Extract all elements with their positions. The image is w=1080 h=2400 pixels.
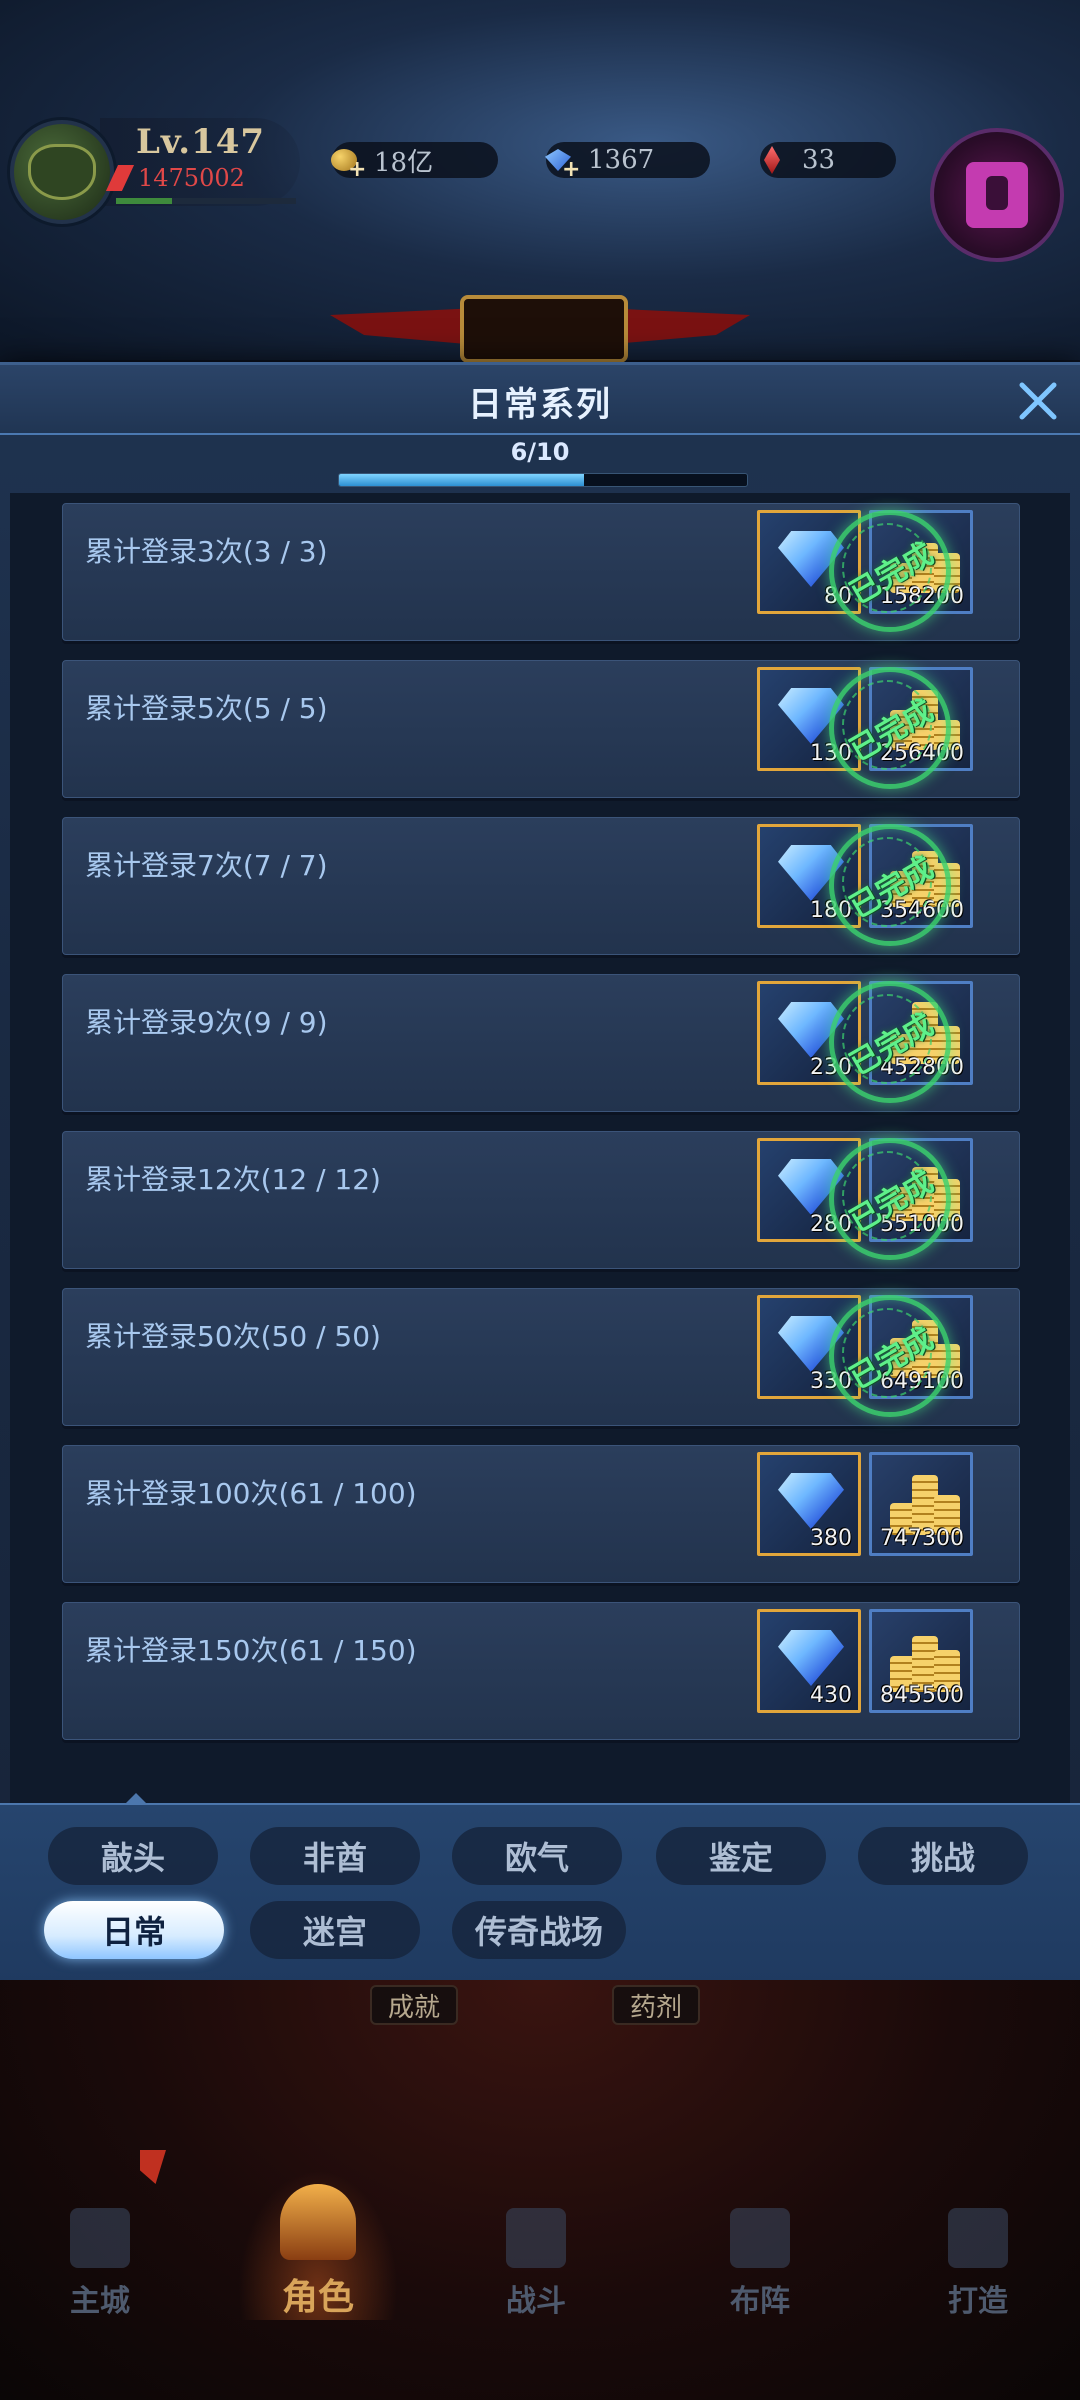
task-card[interactable]: 累计登录5次(5 / 5) 130 256400 已完成: [62, 660, 1020, 798]
completed-stamp: 已完成: [829, 667, 951, 789]
nav-main-city[interactable]: 主城: [20, 2170, 180, 2320]
task-card[interactable]: 累计登录100次(61 / 100) 380 747300: [62, 1445, 1020, 1583]
diamond-icon: [778, 1630, 844, 1686]
task-label: 累计登录12次(12 / 12): [85, 1163, 381, 1196]
tab-tiaozhan[interactable]: 挑战: [858, 1827, 1028, 1885]
task-card[interactable]: 累计登录3次(3 / 3) 80 158200 已完成: [62, 503, 1020, 641]
progress-text: 6/10: [510, 438, 570, 466]
event-banner: [330, 285, 750, 365]
nav-label: 战斗: [506, 2284, 566, 2319]
gold-reward-amount: 747300: [880, 1526, 964, 1551]
nav-battle[interactable]: 战斗: [456, 2170, 616, 2320]
tab-feiqiu[interactable]: 非酋: [250, 1827, 420, 1885]
gem-reward-amount: 380: [810, 1526, 852, 1551]
progress-bar-fill: [339, 474, 584, 486]
player-level: Lv.147: [136, 122, 266, 162]
task-card[interactable]: 累计登录50次(50 / 50) 330 649100 已完成: [62, 1288, 1020, 1426]
task-label: 累计登录100次(61 / 100): [85, 1477, 417, 1510]
bottom-nav: 主城 角色 战斗 布阵 打造: [0, 2150, 1080, 2400]
nav-formation[interactable]: 布阵: [680, 2170, 840, 2320]
tab-chuanqi-zhanchang[interactable]: 传奇战场: [452, 1901, 626, 1959]
completed-stamp-text: 已完成: [844, 693, 940, 769]
diamond-icon: [778, 1473, 844, 1529]
task-card[interactable]: 累计登录150次(61 / 150) 430 845500: [62, 1602, 1020, 1740]
gold-resource[interactable]: + 18亿: [331, 142, 498, 182]
completed-stamp-text: 已完成: [844, 1007, 940, 1083]
completed-stamp-text: 已完成: [844, 1164, 940, 1240]
nav-character[interactable]: 角色: [238, 2170, 398, 2320]
gem-reward-amount: 430: [810, 1683, 852, 1708]
castle-icon: [70, 2208, 130, 2268]
crossed-swords-icon: [506, 2208, 566, 2268]
nav-label: 打造: [948, 2284, 1008, 2319]
tab-jianding[interactable]: 鉴定: [656, 1827, 826, 1885]
category-tabs: 敲头 非酋 欧气 鉴定 挑战 日常 迷宫 传奇战场: [0, 1793, 1080, 1985]
combat-power: 1475002: [138, 164, 245, 192]
achievement-label[interactable]: 成就: [370, 1985, 459, 2025]
gold-reward-amount: 845500: [880, 1683, 964, 1708]
completed-stamp: 已完成: [829, 1138, 951, 1260]
gold-amount: 18亿: [374, 147, 434, 178]
modal-title: 日常系列: [468, 385, 612, 425]
task-label: 累计登录50次(50 / 50): [85, 1320, 381, 1353]
nav-label: 角色: [281, 2276, 354, 2318]
completed-stamp: 已完成: [829, 824, 951, 946]
task-label: 累计登录3次(3 / 3): [85, 535, 328, 568]
power-row: 1475002: [105, 164, 245, 192]
task-list[interactable]: 累计登录3次(3 / 3) 80 158200 已完成 累计登录5次(5 / 5) 130…: [10, 493, 1070, 1803]
task-card[interactable]: 累计登录12次(12 / 12) 280 551000 已完成: [62, 1131, 1020, 1269]
gold-coins-icon: [884, 1465, 964, 1535]
tab-migong[interactable]: 迷宫: [250, 1901, 420, 1959]
avatar-portrait: [28, 144, 96, 200]
tab-caret: [124, 1793, 148, 1805]
nav-forge[interactable]: 打造: [898, 2170, 1058, 2320]
progress-bar: [338, 473, 748, 487]
completed-stamp: 已完成: [829, 981, 951, 1103]
completed-stamp: 已完成: [829, 1295, 951, 1417]
task-label: 累计登录9次(9 / 9): [85, 1006, 328, 1039]
gold-reward[interactable]: 845500: [869, 1609, 973, 1713]
exp-bar: [116, 198, 296, 204]
daily-series-modal: 日常系列 6/10 累计登录3次(3 / 3) 80 158200 已完成 累计登录5次…: [0, 362, 1080, 1985]
tab-richang[interactable]: 日常: [44, 1901, 224, 1959]
gem-resource[interactable]: + 1367: [545, 142, 710, 182]
gem-reward[interactable]: 380: [757, 1452, 861, 1556]
close-button[interactable]: [1010, 373, 1066, 429]
ruby-icon: [754, 145, 790, 175]
gold-coin-icon: +: [326, 145, 366, 182]
gem-reward[interactable]: 430: [757, 1609, 861, 1713]
task-card[interactable]: 累计登录7次(7 / 7) 180 354600 已完成: [62, 817, 1020, 955]
task-card[interactable]: 累计登录9次(9 / 9) 230 452800 已完成: [62, 974, 1020, 1112]
formation-icon: [730, 2208, 790, 2268]
nav-label: 布阵: [730, 2284, 790, 2319]
completed-stamp: 已完成: [829, 510, 951, 632]
scroll-icon: [966, 162, 1028, 228]
close-icon: [1019, 382, 1057, 420]
completed-stamp-text: 已完成: [844, 536, 940, 612]
scroll-quest-button[interactable]: [930, 128, 1064, 262]
gold-reward[interactable]: 747300: [869, 1452, 973, 1556]
modal-header: 日常系列: [0, 365, 1080, 435]
task-label: 累计登录5次(5 / 5): [85, 692, 328, 725]
banner-emblem: [460, 295, 628, 363]
completed-stamp-text: 已完成: [844, 850, 940, 926]
gem-amount: 1367: [588, 145, 655, 175]
tab-ouqi[interactable]: 欧气: [452, 1827, 622, 1885]
completed-stamp-text: 已完成: [844, 1321, 940, 1397]
gold-coins-icon: [884, 1622, 964, 1692]
helmet-icon: [280, 2184, 356, 2260]
task-label: 累计登录7次(7 / 7): [85, 849, 328, 882]
ruby-resource[interactable]: 33: [760, 142, 896, 178]
player-avatar[interactable]: [10, 120, 114, 224]
anvil-icon: [948, 2208, 1008, 2268]
potion-label[interactable]: 药剂: [612, 1985, 701, 2025]
task-label: 累计登录150次(61 / 150): [85, 1634, 417, 1667]
nav-label: 主城: [70, 2284, 130, 2319]
gem-icon: +: [540, 145, 580, 182]
tab-qiaotou[interactable]: 敲头: [48, 1827, 218, 1885]
ruby-amount: 33: [802, 145, 836, 175]
